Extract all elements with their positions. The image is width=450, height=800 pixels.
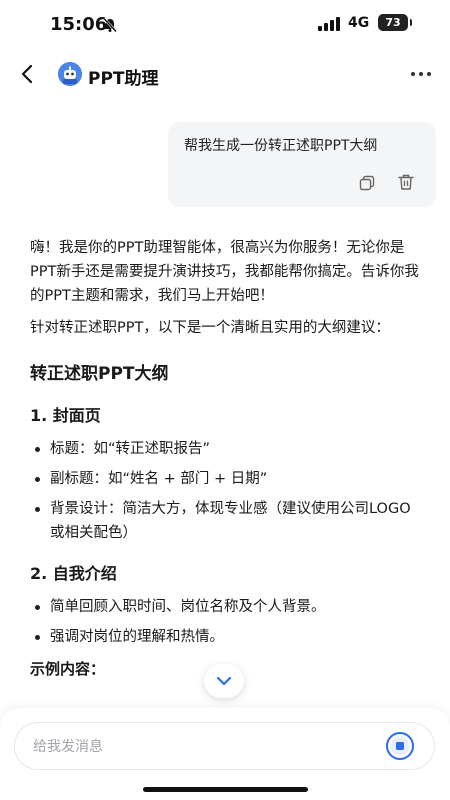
list-item: 简单回顾入职时间、岗位名称及个人背景。 xyxy=(30,595,422,619)
assistant-lead: 针对转正述职PPT，以下是一个清晰且实用的大纲建议： xyxy=(30,320,390,336)
delete-icon[interactable] xyxy=(398,174,414,191)
message-composer xyxy=(14,722,435,770)
voice-stop-icon[interactable] xyxy=(385,731,415,761)
list-item: 副标题：如“姓名 + 部门 + 日期” xyxy=(30,467,422,491)
home-indicator xyxy=(143,787,308,792)
copy-icon[interactable] xyxy=(359,175,375,191)
section-heading: 2. 自我介绍 xyxy=(30,564,117,583)
mute-bell-icon xyxy=(103,17,117,33)
chevron-down-icon xyxy=(216,676,232,686)
assistant-intro: 嗨！我是你的PPT助理智能体，很高兴为你服务！无论你是PPT新手还是需要提升演讲… xyxy=(30,240,419,304)
message-input[interactable] xyxy=(33,735,363,759)
back-arrow-icon[interactable] xyxy=(14,60,42,88)
section-bullet-list: 标题：如“转正述职报告” 副标题：如“姓名 + 部门 + 日期” 背景设计：简洁… xyxy=(30,437,422,545)
robot-avatar-icon xyxy=(58,62,82,86)
status-time: 15:06 xyxy=(50,14,108,35)
scroll-to-bottom-button[interactable] xyxy=(204,664,244,698)
user-message-bubble: 帮我生成一份转正述职PPT大纲 xyxy=(168,122,436,207)
section-bullet-list: 简单回顾入职时间、岗位名称及个人背景。 强调对岗位的理解和热情。 xyxy=(30,595,422,649)
section-heading: 1. 封面页 xyxy=(30,406,101,425)
user-message-text: 帮我生成一份转正述职PPT大纲 xyxy=(184,138,378,154)
list-item: 背景设计：简洁大方，体现专业感（建议使用公司LOGO或相关配色） xyxy=(30,497,422,545)
chat-header: PPT助理 xyxy=(0,56,450,96)
outline-title: 转正述职PPT大纲 xyxy=(30,364,169,384)
assistant-name: PPT助理 xyxy=(88,69,159,89)
list-item: 标题：如“转正述职报告” xyxy=(30,437,422,461)
status-bar: 15:06 4G 73 xyxy=(0,0,450,48)
signal-icon xyxy=(318,17,340,31)
more-options-icon[interactable] xyxy=(408,66,434,82)
assistant-message: 嗨！我是你的PPT助理智能体，很高兴为你服务！无论你是PPT新手还是需要提升演讲… xyxy=(30,236,422,681)
battery-icon: 73 xyxy=(378,14,412,31)
network-type: 4G xyxy=(348,15,370,31)
list-item: 强调对岗位的理解和热情。 xyxy=(30,625,422,649)
